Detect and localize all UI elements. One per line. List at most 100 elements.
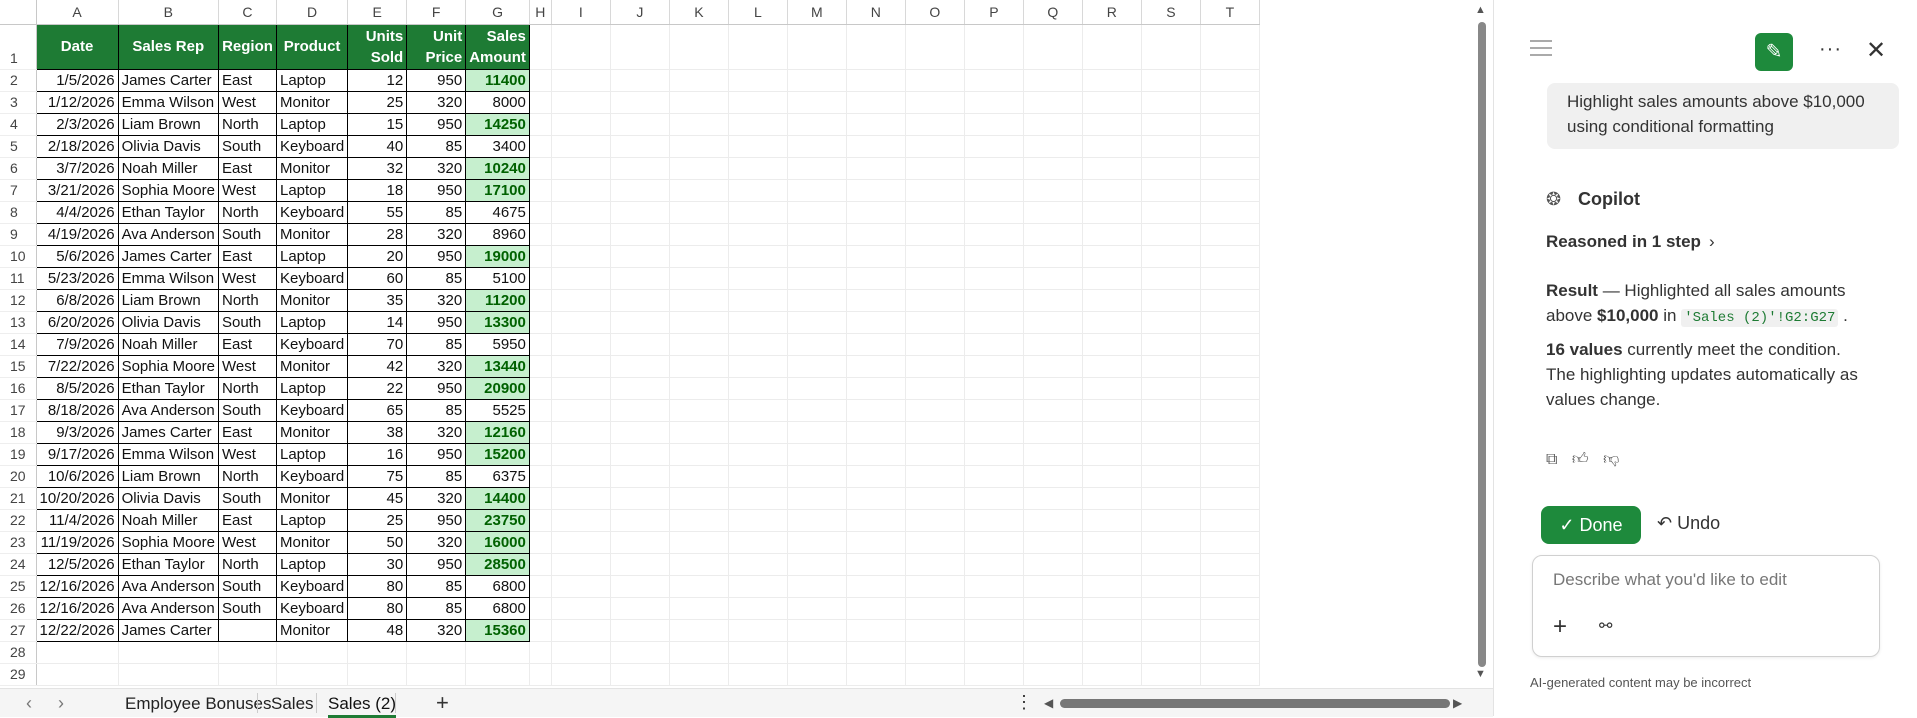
table-cell[interactable]: East bbox=[217, 245, 277, 268]
empty-cell[interactable] bbox=[1023, 113, 1083, 136]
empty-cell[interactable] bbox=[1200, 509, 1260, 532]
empty-cell[interactable] bbox=[846, 24, 906, 70]
empty-cell[interactable] bbox=[610, 597, 670, 620]
header-sales-rep[interactable]: Sales Rep bbox=[117, 24, 219, 70]
empty-cell[interactable] bbox=[1141, 69, 1201, 92]
column-header[interactable]: L bbox=[728, 0, 788, 25]
table-cell[interactable]: North bbox=[217, 377, 277, 400]
table-cell[interactable]: Keyboard bbox=[275, 333, 349, 356]
table-cell[interactable]: 12/5/2026 bbox=[35, 553, 119, 576]
table-cell[interactable]: 950 bbox=[406, 553, 467, 576]
column-header[interactable]: S bbox=[1141, 0, 1201, 25]
empty-cell[interactable] bbox=[964, 333, 1024, 356]
empty-cell[interactable] bbox=[905, 333, 965, 356]
empty-cell[interactable] bbox=[1082, 179, 1142, 202]
empty-cell[interactable] bbox=[1023, 531, 1083, 554]
empty-cell[interactable] bbox=[529, 333, 552, 356]
table-cell[interactable]: 18 bbox=[347, 179, 408, 202]
header-product[interactable]: Product bbox=[275, 24, 349, 70]
empty-cell[interactable] bbox=[728, 465, 788, 488]
empty-cell[interactable] bbox=[1023, 641, 1083, 664]
empty-cell[interactable] bbox=[529, 113, 552, 136]
empty-cell[interactable] bbox=[728, 399, 788, 422]
empty-cell[interactable] bbox=[846, 135, 906, 158]
column-header[interactable]: D bbox=[276, 0, 349, 25]
empty-cell[interactable] bbox=[1082, 311, 1142, 334]
empty-cell[interactable] bbox=[551, 641, 611, 664]
empty-cell[interactable] bbox=[846, 69, 906, 92]
empty-cell[interactable] bbox=[1141, 267, 1201, 290]
row-header[interactable]: 22 bbox=[0, 509, 37, 532]
table-cell[interactable]: 60 bbox=[347, 267, 408, 290]
empty-cell[interactable] bbox=[1141, 443, 1201, 466]
header-unit-price[interactable]: Unit Price bbox=[406, 24, 467, 70]
empty-cell[interactable] bbox=[846, 377, 906, 400]
empty-cell[interactable] bbox=[610, 91, 670, 114]
empty-cell[interactable] bbox=[787, 355, 847, 378]
empty-cell[interactable] bbox=[728, 113, 788, 136]
empty-cell[interactable] bbox=[1141, 531, 1201, 554]
table-cell[interactable]: 23750 bbox=[465, 509, 530, 532]
empty-cell[interactable] bbox=[964, 443, 1024, 466]
empty-cell[interactable] bbox=[1141, 421, 1201, 444]
column-header[interactable]: K bbox=[669, 0, 729, 25]
table-cell[interactable]: East bbox=[217, 421, 277, 444]
table-cell[interactable]: Sophia Moore bbox=[117, 179, 219, 202]
table-cell[interactable]: 4675 bbox=[465, 201, 530, 224]
column-header[interactable]: I bbox=[551, 0, 611, 25]
empty-cell[interactable] bbox=[905, 267, 965, 290]
empty-cell[interactable] bbox=[551, 597, 611, 620]
empty-cell[interactable] bbox=[964, 531, 1024, 554]
table-cell[interactable]: James Carter bbox=[117, 245, 219, 268]
empty-cell[interactable] bbox=[846, 487, 906, 510]
table-cell[interactable]: Keyboard bbox=[275, 597, 349, 620]
empty-cell[interactable] bbox=[1141, 509, 1201, 532]
table-cell[interactable]: 11/4/2026 bbox=[35, 509, 119, 532]
empty-cell[interactable] bbox=[610, 663, 670, 686]
table-cell[interactable]: 950 bbox=[406, 377, 467, 400]
empty-cell[interactable] bbox=[1023, 443, 1083, 466]
empty-cell[interactable] bbox=[529, 443, 552, 466]
empty-cell[interactable] bbox=[551, 223, 611, 246]
empty-cell[interactable] bbox=[964, 641, 1024, 664]
empty-cell[interactable] bbox=[610, 465, 670, 488]
table-cell[interactable]: Keyboard bbox=[275, 399, 349, 422]
empty-cell[interactable] bbox=[728, 377, 788, 400]
empty-cell[interactable] bbox=[551, 113, 611, 136]
empty-cell[interactable] bbox=[787, 201, 847, 224]
empty-cell[interactable] bbox=[846, 267, 906, 290]
tab-employee-bonuses[interactable]: Employee Bonuses bbox=[125, 694, 271, 714]
empty-cell[interactable] bbox=[964, 311, 1024, 334]
reasoning-toggle[interactable]: Reasoned in 1 step › bbox=[1546, 232, 1715, 252]
table-cell[interactable]: Sophia Moore bbox=[117, 355, 219, 378]
empty-cell[interactable] bbox=[1200, 245, 1260, 268]
table-cell[interactable]: 28 bbox=[347, 223, 408, 246]
table-cell[interactable]: East bbox=[217, 69, 277, 92]
empty-cell[interactable] bbox=[787, 245, 847, 268]
empty-cell[interactable] bbox=[1200, 179, 1260, 202]
empty-cell[interactable] bbox=[1082, 267, 1142, 290]
table-cell[interactable]: 25 bbox=[347, 509, 408, 532]
table-cell[interactable]: 6800 bbox=[465, 597, 530, 620]
table-cell[interactable]: 950 bbox=[406, 179, 467, 202]
table-cell[interactable]: Noah Miller bbox=[117, 157, 219, 180]
empty-cell[interactable] bbox=[1023, 333, 1083, 356]
row-header[interactable]: 9 bbox=[0, 223, 37, 246]
table-cell[interactable]: 320 bbox=[406, 91, 467, 114]
table-cell[interactable]: 85 bbox=[406, 597, 467, 620]
table-cell[interactable]: Monitor bbox=[275, 487, 349, 510]
empty-cell[interactable] bbox=[964, 399, 1024, 422]
empty-cell[interactable] bbox=[1082, 245, 1142, 268]
row-header[interactable]: 3 bbox=[0, 91, 37, 114]
empty-cell[interactable] bbox=[1200, 641, 1260, 664]
empty-cell[interactable] bbox=[905, 399, 965, 422]
table-cell[interactable]: Laptop bbox=[275, 311, 349, 334]
table-cell[interactable]: 15360 bbox=[465, 619, 530, 642]
scroll-left-icon[interactable]: ◀ bbox=[1044, 696, 1053, 710]
empty-cell[interactable] bbox=[905, 443, 965, 466]
empty-cell[interactable] bbox=[1200, 355, 1260, 378]
empty-cell[interactable] bbox=[964, 487, 1024, 510]
empty-cell[interactable] bbox=[964, 289, 1024, 312]
empty-cell[interactable] bbox=[846, 355, 906, 378]
table-cell[interactable]: 55 bbox=[347, 201, 408, 224]
